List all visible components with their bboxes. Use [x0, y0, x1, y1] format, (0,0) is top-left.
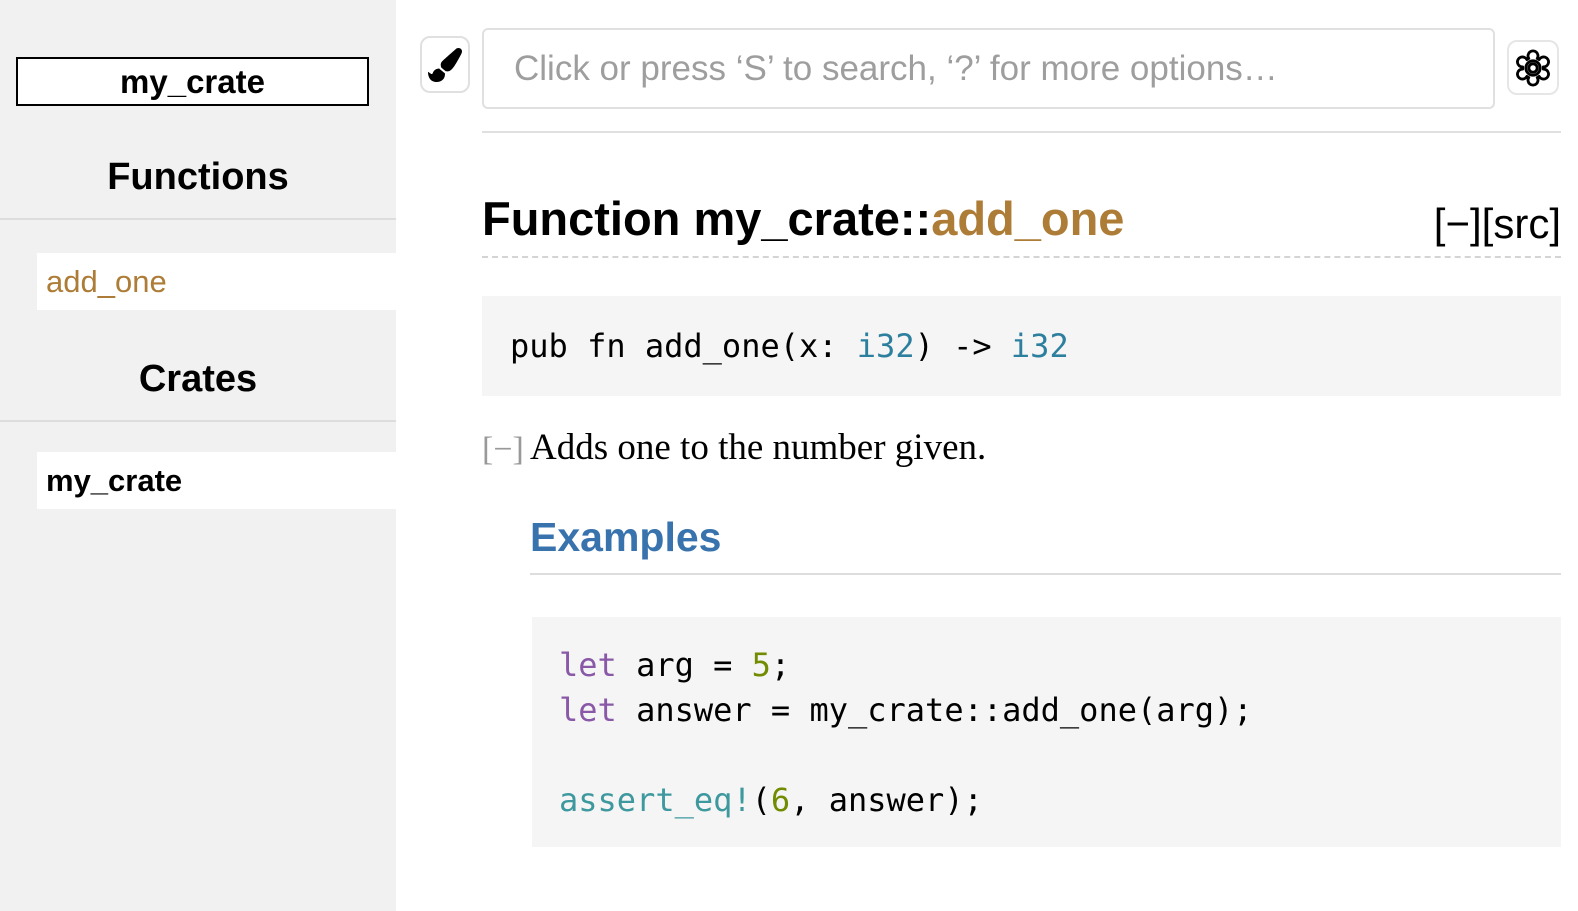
search-input[interactable]	[482, 28, 1495, 109]
sidebar-header-functions[interactable]: Functions	[0, 156, 396, 199]
code-line: assert_eq!(6, answer);	[559, 778, 1561, 823]
signature-text: pub fn add_one(x:	[510, 327, 857, 365]
primitive-type-link[interactable]: i32	[857, 327, 915, 365]
examples-heading: Examples	[530, 514, 721, 561]
paintbrush-icon	[428, 48, 462, 82]
examples-heading-rule	[530, 573, 1561, 575]
code-text: answer = my_crate::add_one(arg);	[617, 691, 1253, 729]
code-text: (	[752, 781, 771, 819]
sidebar-item-add-one[interactable]: add_one	[37, 253, 396, 310]
primitive-type-link[interactable]: i32	[1011, 327, 1069, 365]
sidebar-divider	[0, 218, 396, 220]
theme-picker-button[interactable]	[420, 36, 470, 93]
sidebar-header-crates[interactable]: Crates	[0, 358, 396, 401]
code-keyword: let	[559, 691, 617, 729]
rustdoc-page: my_crate Functions add_one Crates my_cra…	[0, 0, 1578, 911]
heading-controls: [−][src]	[1434, 200, 1561, 248]
collapse-all-toggle[interactable]: [−]	[1434, 200, 1482, 247]
src-link[interactable]: [src]	[1482, 200, 1561, 247]
doc-collapse-toggle[interactable]: [−]	[482, 431, 524, 469]
example-code-block: let arg = 5; let answer = my_crate::add_…	[532, 617, 1561, 847]
function-signature: pub fn add_one(x: i32) -> i32	[482, 296, 1561, 396]
settings-button[interactable]	[1507, 40, 1559, 95]
sidebar-divider	[0, 420, 396, 422]
code-keyword: let	[559, 646, 617, 684]
crate-location-box: my_crate	[16, 57, 369, 106]
code-number: 5	[752, 646, 771, 684]
sidebar-item-label: add_one	[46, 264, 167, 300]
code-text: arg =	[617, 646, 752, 684]
sidebar: my_crate Functions add_one Crates my_cra…	[0, 0, 396, 911]
code-line-blank	[559, 733, 1561, 778]
signature-text: ) ->	[915, 327, 1011, 365]
crate-location-label: my_crate	[120, 63, 265, 101]
code-text: , answer);	[790, 781, 983, 819]
code-text: ;	[771, 646, 790, 684]
page-title: Function my_crate::add_one	[482, 190, 1561, 248]
code-line: let arg = 5;	[559, 643, 1561, 688]
sidebar-item-my-crate[interactable]: my_crate	[37, 452, 396, 509]
code-line: let answer = my_crate::add_one(arg);	[559, 688, 1561, 733]
sidebar-item-label: my_crate	[46, 463, 182, 499]
code-number: 6	[771, 781, 790, 819]
page-title-prefix: Function my_crate::	[482, 192, 931, 245]
page-heading-row: Function my_crate::add_one [−][src]	[482, 190, 1561, 258]
doc-summary: Adds one to the number given.	[530, 426, 986, 469]
search-bottom-divider	[482, 131, 1561, 133]
gear-icon	[1513, 48, 1553, 88]
code-macro: assert_eq!	[559, 781, 752, 819]
page-title-fn-name[interactable]: add_one	[931, 192, 1124, 245]
